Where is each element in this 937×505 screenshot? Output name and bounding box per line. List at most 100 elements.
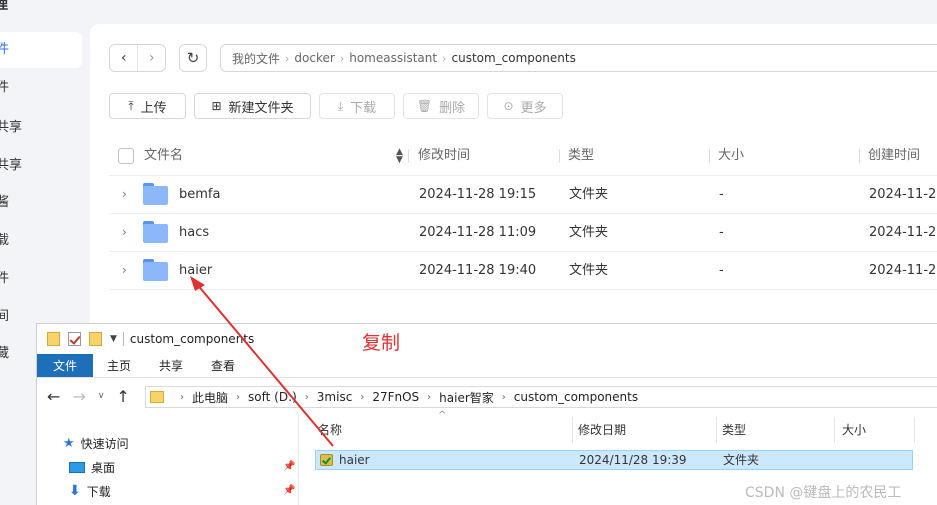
divider [109,289,937,290]
sidebar-item-2[interactable]: 件 [0,70,82,106]
desktop-icon [69,461,85,473]
row-created: 2024-11-28 [869,225,937,240]
download-icon: ⬇ [69,483,81,499]
column-divider [859,149,860,163]
column-divider [834,417,835,443]
upload-button[interactable]: ⤒ 上传 [109,93,186,119]
address-segment[interactable]: custom_components [514,390,638,404]
sidebar-item-my-files[interactable]: 件 [0,32,82,68]
select-all-checkbox[interactable] [118,148,134,164]
nav-desktop[interactable]: 桌面 [69,456,115,478]
folder-icon [150,391,164,403]
tab-share[interactable]: 共享 [145,354,197,377]
tab-home[interactable]: 主页 [93,354,145,377]
column-divider [572,417,573,443]
address-segment[interactable]: 3misc [317,390,353,404]
refresh-button[interactable]: ↻ [179,44,207,72]
column-header-type[interactable]: 类型 [722,417,746,443]
column-header-size[interactable]: 大小 [842,417,866,443]
row-type: 文件夹 [569,225,609,240]
nav-quick-access[interactable]: ★ 快速访问 [63,432,129,454]
star-icon: ★ [63,435,75,451]
row-type: 文件夹 [569,187,609,202]
back-arrow-icon[interactable]: ← [47,387,60,406]
nav-downloads[interactable]: ⬇ 下载 [69,480,111,502]
customize-dropdown-icon[interactable]: ▼ [110,334,117,344]
column-header-type[interactable]: 类型 [568,142,594,170]
tab-view[interactable]: 查看 [197,354,249,377]
row-name: haier [179,263,213,278]
row-name: haier [339,453,370,467]
file-list-header: 名称 修改日期 类型 大小 [314,417,937,443]
chevron-right-icon[interactable]: › [122,214,127,251]
new-folder-icon: ⊞ [211,99,222,113]
new-folder-button[interactable]: ⊞ 新建文件夹 [194,93,311,119]
sidebar-item-6[interactable]: 载 [0,223,82,259]
explorer-window: ▼ custom_components 文件 主页 共享 查看 ← → ∨ ↑ … [36,323,937,505]
column-divider [914,417,915,443]
sidebar-item-4[interactable]: 共享 [0,148,82,184]
column-header-modified[interactable]: 修改日期 [578,417,626,443]
folder-icon [143,183,168,205]
table-row[interactable]: › haier 2024-11-28 19:40 文件夹 - 2024-11-2… [109,251,937,289]
breadcrumb-current[interactable]: custom_components [451,51,575,65]
row-size: - [719,225,724,240]
forward-arrow-icon[interactable]: → [72,387,85,406]
nav-label: 下载 [86,484,111,499]
sort-icon[interactable]: ▲ ▼ [396,148,403,165]
selected-file-row[interactable]: haier 2024/11/28 19:39 文件夹 [315,450,913,470]
divider [122,332,124,346]
delete-button[interactable]: 🗑 删除 [403,93,479,119]
sidebar-item-3[interactable]: 共享 [0,110,82,146]
chevron-right-icon[interactable]: › [122,176,127,213]
download-button[interactable]: ⤓ 下载 [319,93,395,119]
pin-icon[interactable]: 📌 [283,461,295,472]
annotation-label: 复制 [362,332,401,354]
forward-icon[interactable]: › [137,45,165,71]
recent-locations-icon[interactable]: ∨ [98,391,105,406]
more-button[interactable]: ⊙ 更多 [487,93,563,119]
tab-file[interactable]: 文件 [37,354,94,377]
pin-icon[interactable]: 📌 [283,485,295,496]
row-created: 2024-11-28 [869,263,937,278]
upload-label: 上传 [140,100,167,116]
table-row[interactable]: › hacs 2024-11-28 11:09 文件夹 - 2024-11-28 [109,213,937,251]
column-header-modified[interactable]: 修改时间 [418,142,470,170]
download-icon: ⤓ [337,98,344,113]
chevron-right-icon[interactable]: › [122,252,127,289]
history-nav: ‹ › [109,44,166,72]
folder-icon [47,332,60,346]
column-header-size[interactable]: 大小 [718,142,744,170]
column-header-created[interactable]: 创建时间 [868,142,920,170]
folder-icon [143,221,168,243]
row-modified: 2024-11-28 19:40 [419,263,537,278]
new-folder-icon[interactable] [89,332,102,346]
up-arrow-icon[interactable]: ↑ [116,387,129,406]
refresh-icon: ↻ [186,49,200,67]
column-header-name[interactable]: 文件名 [144,142,183,170]
trash-icon: 🗑 [416,99,433,113]
address-segment[interactable]: haier智家 [439,389,494,406]
address-bar[interactable]: › 此电脑 › soft (D:) › 3misc › 27FnOS › hai… [145,386,937,408]
breadcrumb-item[interactable]: homeassistant [349,51,437,65]
sidebar-item-5[interactable]: 酱 [0,185,82,221]
row-created: 2024-11-28 [869,187,937,202]
nav-label: 桌面 [91,460,116,475]
sidebar-title: 理 [0,0,8,13]
breadcrumb-item[interactable]: docker [294,51,334,65]
sidebar-item-7[interactable]: 件 [0,261,82,297]
column-divider [716,417,717,443]
column-divider [408,149,409,163]
column-header-name[interactable]: 名称 [318,417,342,443]
address-segment[interactable]: 27FnOS [372,390,419,404]
address-segment[interactable]: 此电脑 [192,389,228,406]
table-header: 文件名 ▲ ▼ 修改时间 类型 大小 创建时间 [109,142,937,170]
table-row[interactable]: › bemfa 2024-11-28 19:15 文件夹 - 2024-11-2… [109,175,937,213]
window-title: custom_components [129,332,255,346]
address-segment[interactable]: soft (D:) [248,390,297,404]
row-modified: 2024-11-28 11:09 [419,225,537,240]
back-icon[interactable]: ‹ [110,45,137,71]
breadcrumb-item[interactable]: 我的文件 [232,50,280,67]
row-size: - [719,263,724,278]
properties-icon[interactable] [68,332,81,346]
